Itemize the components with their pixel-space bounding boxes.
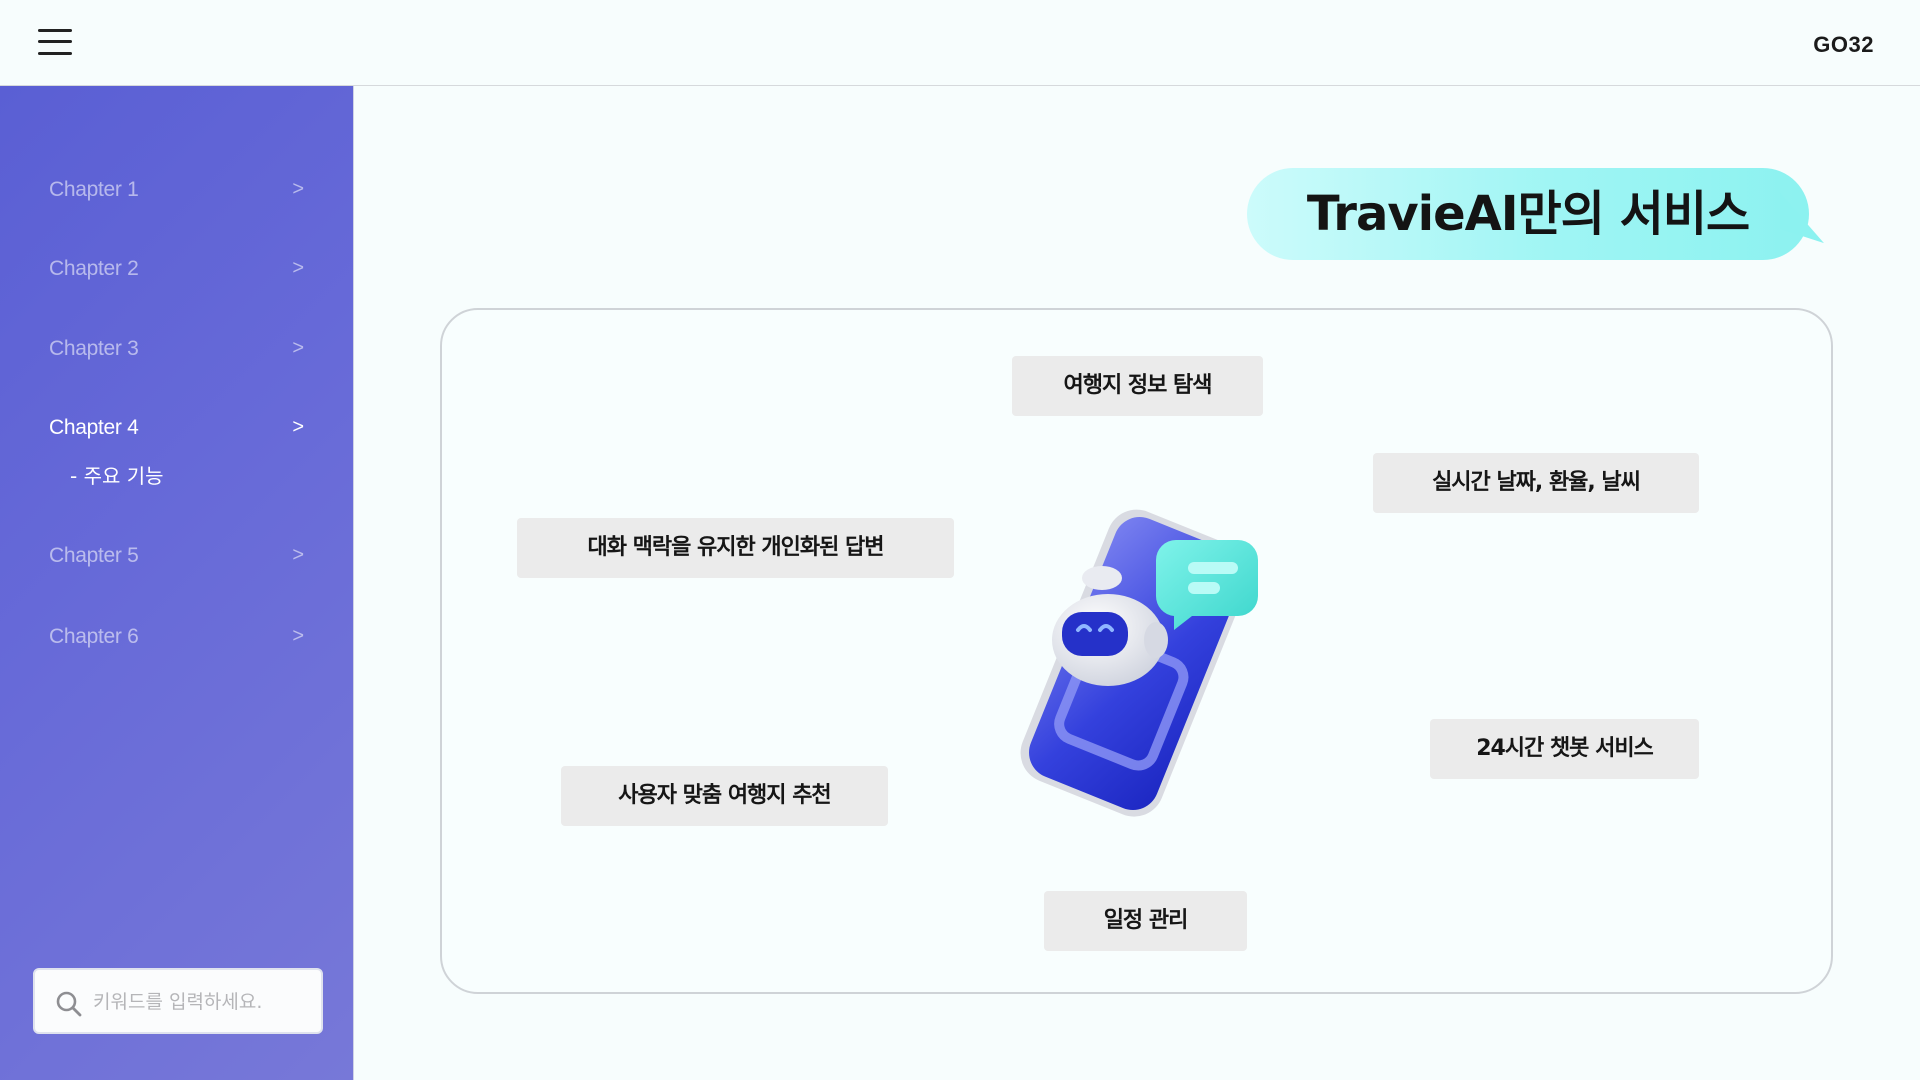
search-box [33,968,323,1034]
sidebar-item-chapter-2[interactable]: Chapter 2 > [49,249,304,289]
feature-travel-info: 여행지 정보 탐색 [1012,356,1263,416]
feature-realtime-info: 실시간 날짜, 환율, 날씨 [1373,453,1699,513]
page-title: TravieAI만의 서비스 [1306,186,1750,242]
sidebar-item-chapter-6[interactable]: Chapter 6 > [49,617,304,657]
feature-personalized-answer: 대화 맥락을 유지한 개인화된 답변 [517,518,954,578]
robot-phone-chat-icon [1020,509,1258,817]
chevron-right-icon: > [292,544,304,566]
sidebar-item-chapter-5[interactable]: Chapter 5 > [49,536,304,576]
search-icon[interactable] [55,990,83,1018]
feature-custom-recommendation: 사용자 맞춤 여행지 추천 [561,766,888,826]
feature-24h-chatbot: 24시간 챗봇 서비스 [1430,719,1699,779]
sidebar: Chapter 1 > Chapter 2 > Chapter 3 > Chap… [0,86,354,1080]
feature-schedule-management: 일정 관리 [1044,891,1247,951]
chevron-right-icon: > [292,625,304,647]
chevron-right-icon: > [292,416,304,438]
chevron-right-icon: > [292,337,304,359]
sidebar-item-label: Chapter 5 [49,544,139,567]
chevron-right-icon: > [292,178,304,200]
sidebar-item-chapter-3[interactable]: Chapter 3 > [49,329,304,369]
sidebar-item-label: Chapter 2 [49,257,139,280]
sidebar-item-chapter-1[interactable]: Chapter 1 > [49,170,304,210]
sidebar-item-label: Chapter 4 [49,416,139,439]
search-input[interactable] [93,982,313,1022]
top-bar: GO32 [0,0,1920,86]
chevron-right-icon: > [292,257,304,279]
sidebar-item-chapter-4[interactable]: Chapter 4 > [49,408,304,448]
sidebar-item-label: Chapter 6 [49,625,139,648]
brand-label: GO32 [1813,32,1874,57]
sidebar-subitem-main-features[interactable]: - 주요 기능 [70,460,164,489]
hamburger-menu-icon[interactable] [38,28,74,56]
sidebar-item-label: Chapter 1 [49,178,139,201]
sidebar-item-label: Chapter 3 [49,337,139,360]
